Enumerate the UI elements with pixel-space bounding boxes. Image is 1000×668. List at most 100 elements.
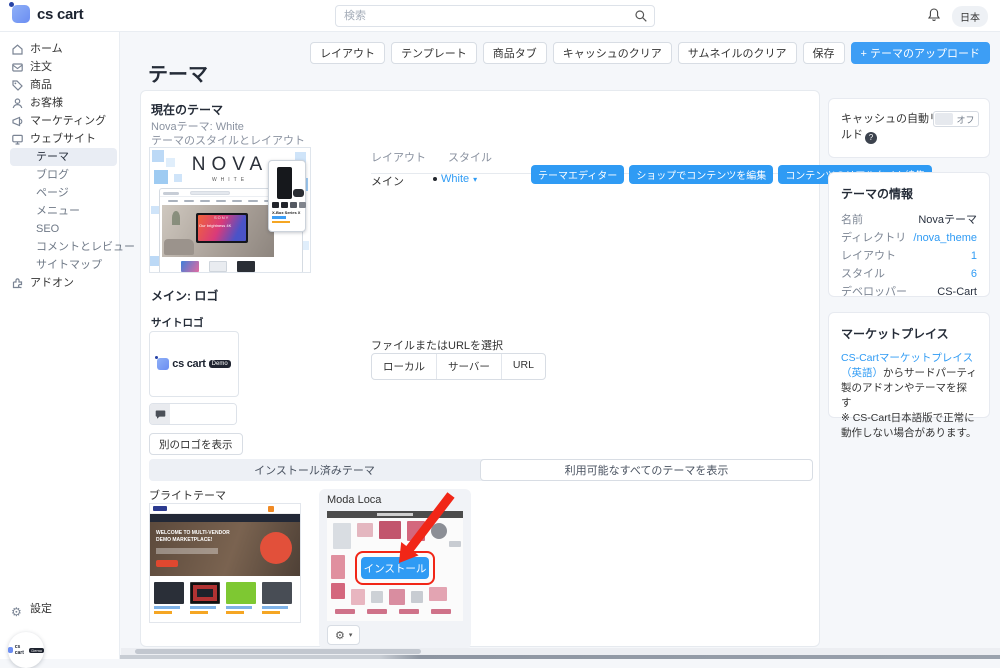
- monitor-icon: [11, 133, 24, 146]
- style-select-value: White: [441, 173, 469, 185]
- moda-loca-name: Moda Loca: [327, 494, 381, 506]
- sidebar-item-label: ブログ: [36, 169, 69, 181]
- sidebar-item-label: 設定: [30, 603, 52, 615]
- info-label: ディレクトリ: [841, 229, 906, 247]
- style-select[interactable]: White ▾: [433, 173, 477, 185]
- site-logo-label: サイトロゴ: [151, 315, 204, 330]
- gear-icon: ⚙: [335, 629, 345, 642]
- phone-caption-text: X-Box Series X: [272, 210, 300, 215]
- clear-cache-button[interactable]: キャッシュのクリア: [553, 42, 672, 64]
- language-selector[interactable]: 日本: [952, 6, 988, 27]
- sidebar-item-label: ページ: [36, 187, 69, 199]
- avatar-logo-badge: Demo: [29, 648, 44, 653]
- notifications-bell-icon[interactable]: [926, 7, 942, 23]
- sidebar-item-blog[interactable]: ブログ: [0, 166, 119, 184]
- theme-info-row: ディレクトリ /nova_theme: [841, 229, 977, 247]
- tab-label: 利用可能なすべてのテーマを表示: [565, 462, 729, 478]
- logo-alt-text-input[interactable]: [170, 404, 236, 424]
- current-theme-subtitle: テーマのスタイルとレイアウト: [151, 132, 305, 148]
- sidebar-item-label: SEO: [36, 223, 59, 235]
- tag-icon: [11, 79, 24, 92]
- moda-theme-actions-button[interactable]: ⚙ ▾: [327, 625, 360, 645]
- sidebar-item-label: ホーム: [30, 43, 63, 55]
- sidebar-item-themes[interactable]: テーマ: [10, 148, 117, 166]
- tv-caption-text: Our brightness 4K: [199, 223, 231, 228]
- avatar-logo-icon: [8, 647, 13, 653]
- chevron-down-icon: ▾: [473, 175, 477, 184]
- sidebar-item-sitemap[interactable]: サイトマップ: [0, 256, 119, 274]
- cscart-logo[interactable]: cs cart: [12, 5, 83, 23]
- product-tabs-button[interactable]: 商品タブ: [483, 42, 547, 64]
- sidebar-item-label: 商品: [30, 79, 52, 91]
- sidebar-item-customers[interactable]: お客様: [0, 94, 119, 112]
- user-avatar[interactable]: cs cart Demo: [8, 632, 44, 668]
- window-bottom-edge: [0, 655, 1000, 659]
- cache-rebuild-toggle[interactable]: オフ: [933, 111, 979, 127]
- sidebar-item-settings[interactable]: ⚙ 設定: [0, 600, 120, 618]
- install-theme-button[interactable]: インストール: [361, 557, 429, 579]
- tab-available-themes[interactable]: 利用可能なすべてのテーマを表示: [480, 459, 813, 481]
- sidebar-item-label: メニュー: [36, 205, 80, 217]
- theme-info-row: デベロッパー CS-Cart: [841, 283, 977, 301]
- nova-theme-preview-image[interactable]: NOVA WHITE SONY Our brightness 4K X-: [149, 147, 311, 273]
- sidebar-item-pages[interactable]: ページ: [0, 184, 119, 202]
- sidebar-item-label: マーケティング: [30, 115, 106, 127]
- sidebar: ホーム 注文 商品 お客様 マーケティング ウェブサイト テーマ ブログ ページ…: [0, 32, 120, 659]
- gear-icon: ⚙: [11, 603, 22, 621]
- show-other-logo-button[interactable]: 別のロゴを表示: [149, 433, 243, 455]
- file-source-segmented-control: ローカル サーバー URL: [371, 353, 546, 380]
- marketplace-heading: マーケットプレイス: [841, 325, 977, 342]
- horizontal-scrollbar[interactable]: [121, 648, 1000, 655]
- search-input[interactable]: [335, 5, 655, 27]
- templates-button[interactable]: テンプレート: [391, 42, 477, 64]
- info-value-link[interactable]: /nova_theme: [913, 229, 977, 247]
- sidebar-item-marketing[interactable]: マーケティング: [0, 112, 119, 130]
- addons-icon: [11, 277, 24, 290]
- site-logo-icon: [157, 358, 169, 370]
- sidebar-item-orders[interactable]: 注文: [0, 58, 119, 76]
- horizontal-scrollbar-thumb[interactable]: [135, 649, 421, 654]
- sidebar-item-menus[interactable]: メニュー: [0, 202, 119, 220]
- theme-info-card: テーマの情報 名前 Novaテーマ ディレクトリ /nova_theme レイア…: [828, 172, 990, 297]
- tab-layouts[interactable]: レイアウト: [371, 149, 426, 165]
- sidebar-item-website[interactable]: ウェブサイト: [0, 130, 119, 148]
- theme-info-row: スタイル 6: [841, 265, 977, 283]
- edit-content-in-shop-button[interactable]: ショップでコンテンツを編集: [629, 165, 773, 184]
- theme-editor-button[interactable]: テーマエディター: [531, 165, 624, 184]
- sidebar-item-addons[interactable]: アドオン: [0, 274, 119, 292]
- help-icon[interactable]: ?: [865, 132, 877, 144]
- tab-installed-themes[interactable]: インストール済みテーマ: [149, 459, 480, 481]
- site-logo-preview[interactable]: cs cart Demo: [149, 331, 239, 397]
- bright-theme-name: ブライトテーマ: [149, 487, 226, 503]
- site-logo-demo-badge: Demo: [209, 360, 231, 368]
- server-file-button[interactable]: サーバー: [437, 354, 502, 379]
- page-toolbar: レイアウト テンプレート 商品タブ キャッシュのクリア サムネイルのクリア 保存…: [310, 42, 990, 64]
- sidebar-item-seo[interactable]: SEO: [0, 220, 119, 238]
- avatar-logo-text: cs cart: [15, 644, 28, 656]
- save-button[interactable]: 保存: [803, 42, 845, 64]
- style-swatch-dot: [433, 177, 437, 181]
- clear-thumbnails-button[interactable]: サムネイルのクリア: [678, 42, 797, 64]
- sidebar-item-label: アドオン: [30, 277, 74, 289]
- sidebar-item-home[interactable]: ホーム: [0, 40, 119, 58]
- theme-list-tabs: インストール済みテーマ 利用可能なすべてのテーマを表示: [149, 459, 813, 481]
- tab-styles[interactable]: スタイル: [448, 149, 492, 165]
- theme-info-heading: テーマの情報: [841, 185, 977, 202]
- sidebar-item-products[interactable]: 商品: [0, 76, 119, 94]
- info-label: スタイル: [841, 265, 885, 283]
- info-label: レイアウト: [841, 247, 896, 265]
- comment-bubble-icon: [150, 404, 170, 424]
- local-file-button[interactable]: ローカル: [372, 354, 437, 379]
- toggle-state-label: オフ: [953, 113, 978, 126]
- upload-theme-button[interactable]: + テーマのアップロード: [851, 42, 990, 64]
- sidebar-item-comments-reviews[interactable]: コメントとレビュー: [0, 238, 119, 256]
- bright-theme-preview-image[interactable]: WELCOME TO MULTI-VENDOR DEMO MARKETPLACE…: [149, 503, 301, 623]
- info-value-link[interactable]: 6: [971, 265, 977, 283]
- theme-info-row: レイアウト 1: [841, 247, 977, 265]
- layouts-button[interactable]: レイアウト: [310, 42, 385, 64]
- info-value-link[interactable]: 1: [971, 247, 977, 265]
- moda-loca-theme-card: Moda Loca インストール ⚙ ▾: [319, 489, 471, 649]
- url-file-button[interactable]: URL: [502, 354, 545, 379]
- info-label: 名前: [841, 211, 863, 229]
- sidebar-item-label: 注文: [30, 61, 52, 73]
